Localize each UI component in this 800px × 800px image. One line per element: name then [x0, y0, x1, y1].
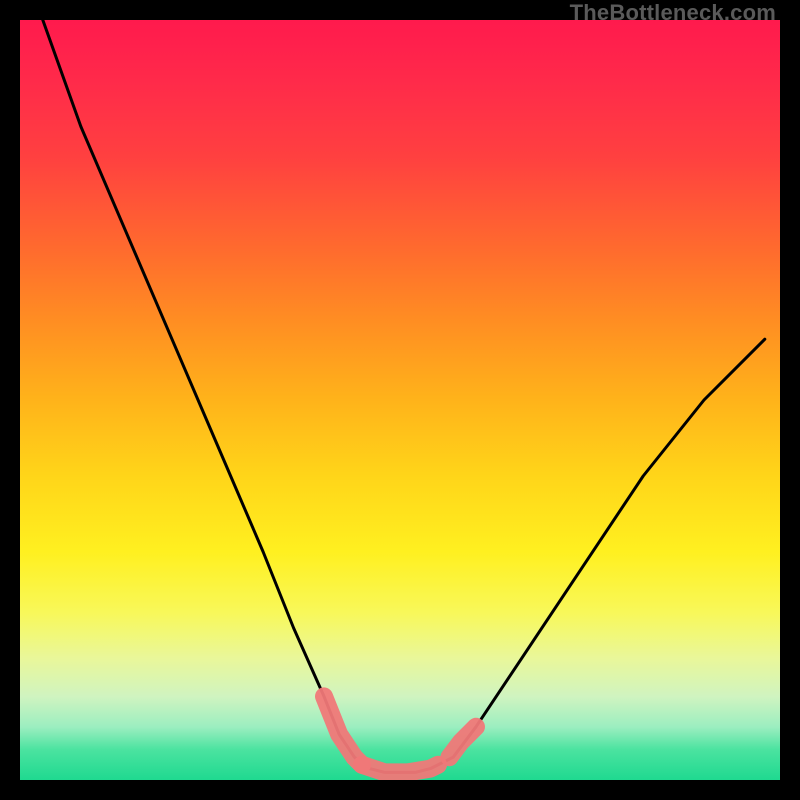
- low-bottleneck-right: [449, 727, 476, 757]
- low-bottleneck-flat: [362, 765, 438, 773]
- low-bottleneck-left: [324, 696, 362, 764]
- watermark-text: TheBottleneck.com: [570, 0, 776, 26]
- chart-svg: [20, 20, 780, 780]
- bottleneck-curve: [43, 20, 765, 772]
- chart-frame: [20, 20, 780, 780]
